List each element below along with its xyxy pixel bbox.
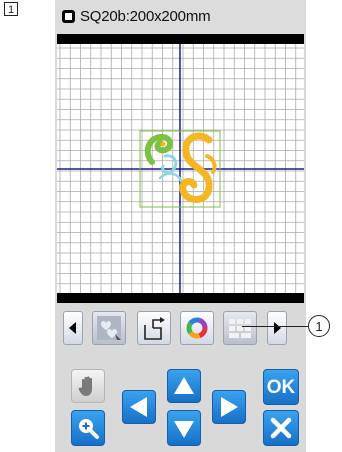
move-up-button[interactable] — [167, 369, 201, 403]
close-icon — [270, 417, 292, 439]
hearts-icon — [97, 316, 121, 340]
machine-screen: SQ20b:200x200mm OK — [55, 0, 306, 452]
arrow-down-icon — [174, 421, 194, 438]
hoop-grid — [57, 44, 304, 293]
move-left-button[interactable] — [122, 390, 156, 424]
yellow-dot — [160, 141, 166, 147]
hand-icon — [78, 376, 92, 396]
title-bar: SQ20b:200x200mm — [55, 0, 306, 34]
arrow-right-icon — [221, 397, 238, 417]
scroll-left-button[interactable] — [63, 311, 83, 345]
ok-label: OK — [266, 377, 296, 398]
move-rotate-button[interactable] — [137, 311, 171, 345]
callout-number: 1 — [308, 315, 330, 337]
ok-button[interactable]: OK — [263, 369, 299, 405]
yellow-dot — [201, 136, 207, 142]
triangle-left-icon — [69, 322, 76, 334]
arrow-up-icon — [174, 377, 194, 394]
scroll-right-button[interactable] — [267, 311, 287, 345]
zoom-button[interactable] — [71, 410, 105, 446]
top-black-bar — [57, 34, 304, 44]
hoop-size-title: SQ20b:200x200mm — [80, 8, 211, 25]
grid-blocks-icon — [229, 319, 251, 338]
color-wheel-icon — [186, 317, 208, 339]
pattern-select-button[interactable] — [92, 311, 126, 345]
embroidery-canvas[interactable] — [57, 34, 304, 303]
triangle-right-icon — [274, 322, 281, 334]
layout-button[interactable] — [223, 311, 257, 345]
function-toolbar — [55, 311, 306, 348]
bottom-black-bar — [57, 293, 304, 303]
color-button[interactable] — [180, 311, 214, 345]
step-number: 1 — [4, 2, 18, 16]
hand-move-button[interactable] — [71, 369, 105, 403]
callout-leader-line — [242, 326, 308, 327]
cancel-button[interactable] — [263, 410, 299, 446]
arrow-left-icon — [130, 397, 147, 417]
magnifier-plus-icon — [79, 419, 99, 439]
hoop-icon — [62, 10, 75, 23]
move-right-button[interactable] — [212, 390, 246, 424]
rotate-frame-icon — [144, 317, 165, 340]
move-down-button[interactable] — [167, 410, 201, 446]
